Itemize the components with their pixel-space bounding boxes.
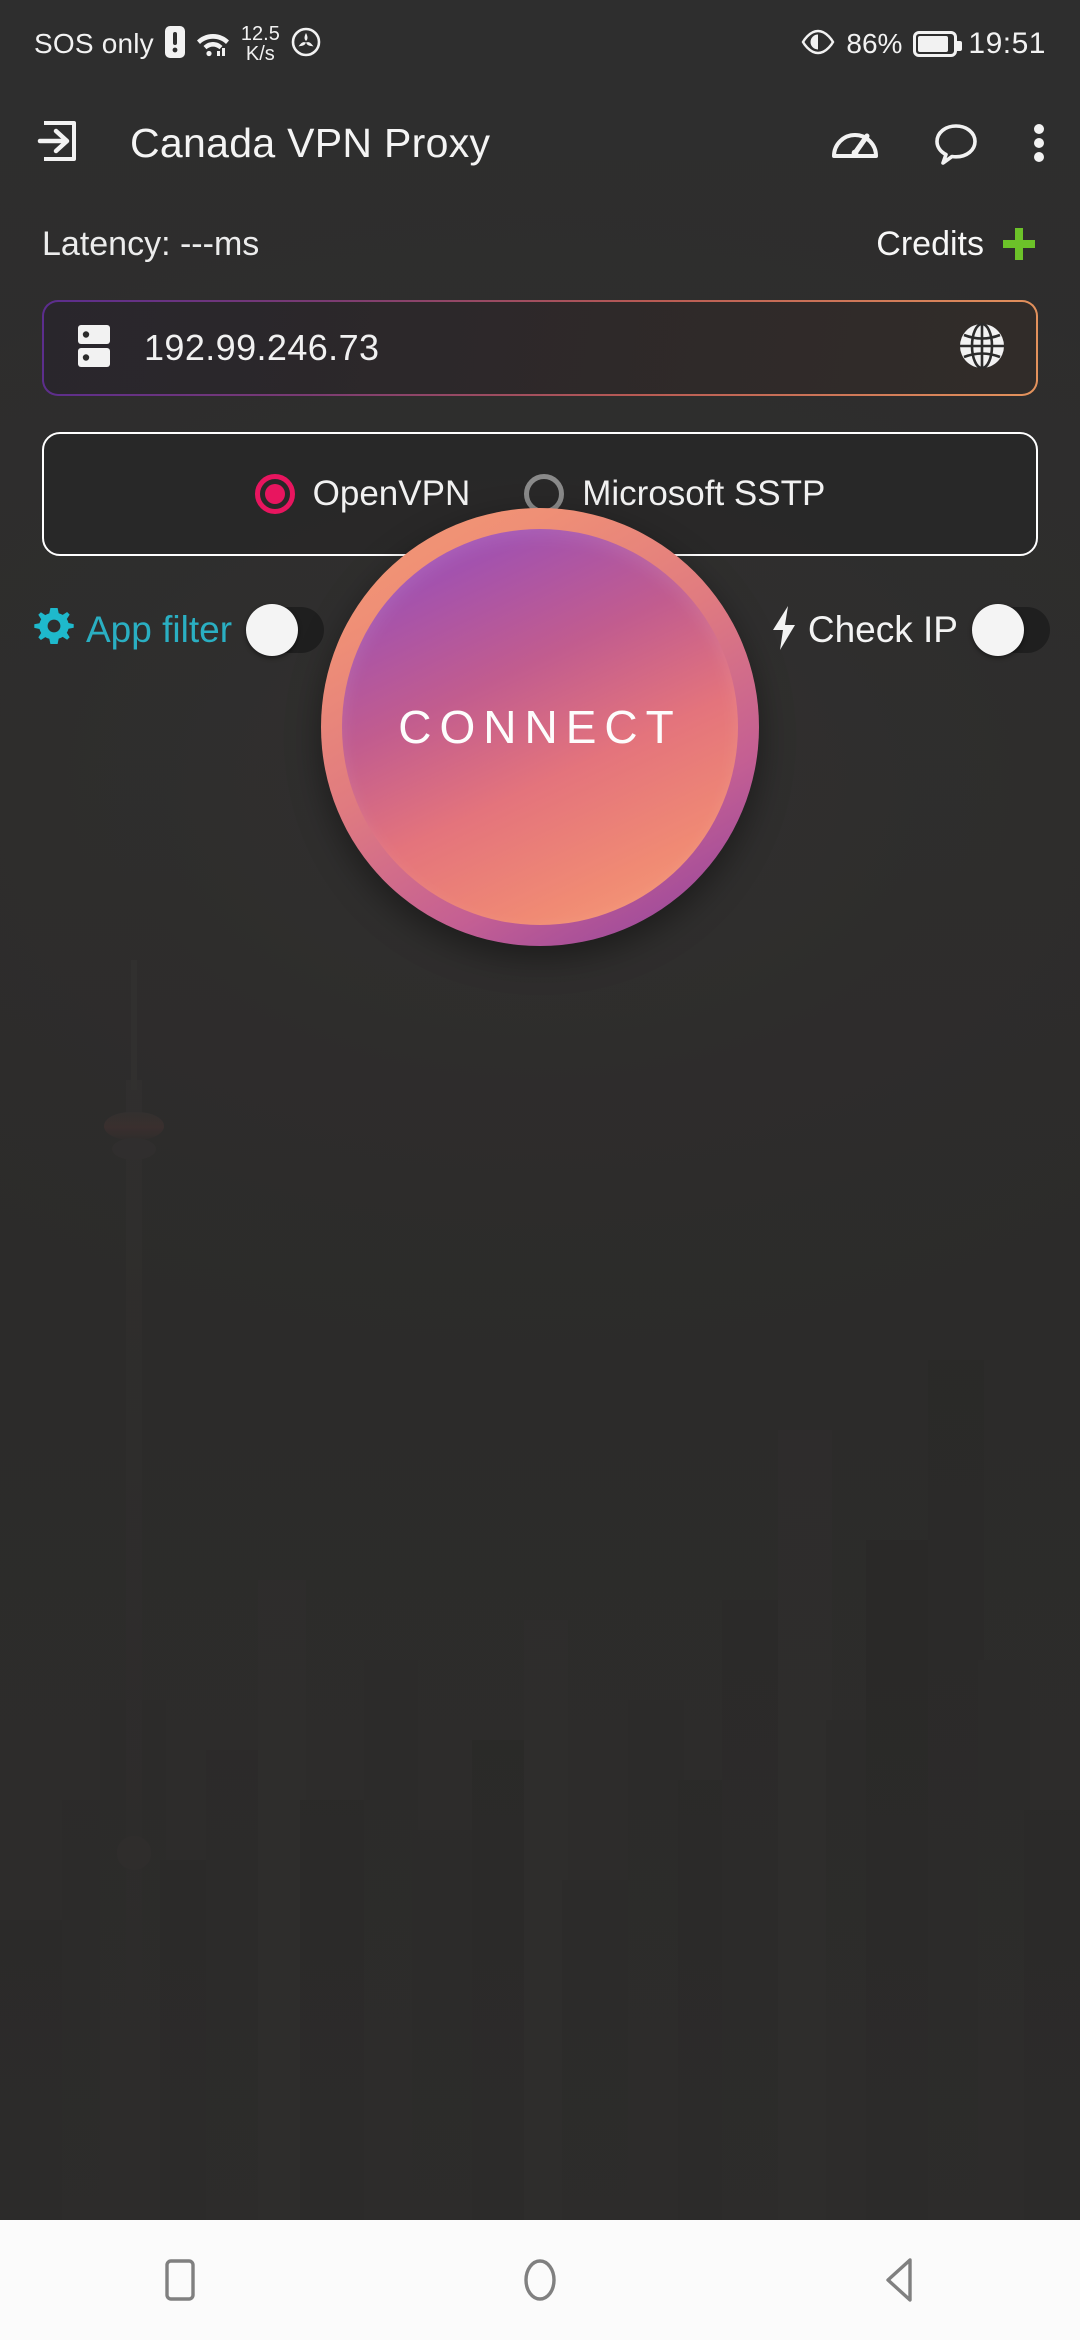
latency-label: Latency: ---ms: [42, 224, 260, 263]
recents-button[interactable]: [120, 2220, 240, 2340]
connect-button-area: CONNECT: [0, 508, 1080, 946]
app-bar: Canada VPN Proxy: [0, 88, 1080, 198]
credits-label: Credits: [876, 224, 984, 263]
home-button[interactable]: [480, 2220, 600, 2340]
plus-icon[interactable]: [1000, 225, 1038, 263]
server-selector-field[interactable]: 192.99.246.73: [42, 300, 1038, 396]
app-screen: SOS only 12.5 K/s 86% 19:51 Canada VPN P…: [0, 0, 1080, 2340]
status-bar: SOS only 12.5 K/s 86% 19:51: [0, 0, 1080, 88]
speed-test-icon[interactable]: [830, 118, 880, 168]
connect-button[interactable]: CONNECT: [321, 508, 759, 946]
sim-alert-icon: [164, 25, 185, 63]
wifi-icon: [196, 27, 230, 62]
network-speed-unit: K/s: [245, 43, 275, 65]
network-speed-indicator: 12.5 K/s: [241, 24, 280, 64]
carrier-label: SOS only: [34, 28, 154, 59]
server-rack-icon: [72, 323, 116, 374]
back-button[interactable]: [840, 2220, 960, 2340]
eye-comfort-icon: [801, 29, 835, 60]
credits-button[interactable]: Credits: [876, 225, 1038, 264]
login-arrow-icon[interactable]: [34, 117, 82, 170]
overflow-menu-icon[interactable]: [1032, 119, 1046, 167]
meta-row: Latency: ---ms Credits: [0, 198, 1080, 290]
battery-icon: [913, 31, 963, 57]
chat-icon[interactable]: [932, 119, 980, 167]
server-ip-value: 192.99.246.73: [144, 327, 380, 368]
globe-icon[interactable]: [956, 320, 1008, 377]
vpn-active-icon: [291, 27, 321, 62]
system-navigation-bar: [0, 2220, 1080, 2340]
network-speed-value: 12.5: [240, 23, 280, 45]
main-content: Latency: ---ms Credits 192.99.246.73 Ope…: [0, 198, 1080, 2220]
battery-percent-label: 86%: [846, 28, 903, 59]
connect-button-inner[interactable]: CONNECT: [342, 529, 738, 925]
connect-button-label: CONNECT: [398, 701, 682, 753]
app-title: Canada VPN Proxy: [130, 119, 491, 166]
clock-label: 19:51: [968, 27, 1046, 60]
